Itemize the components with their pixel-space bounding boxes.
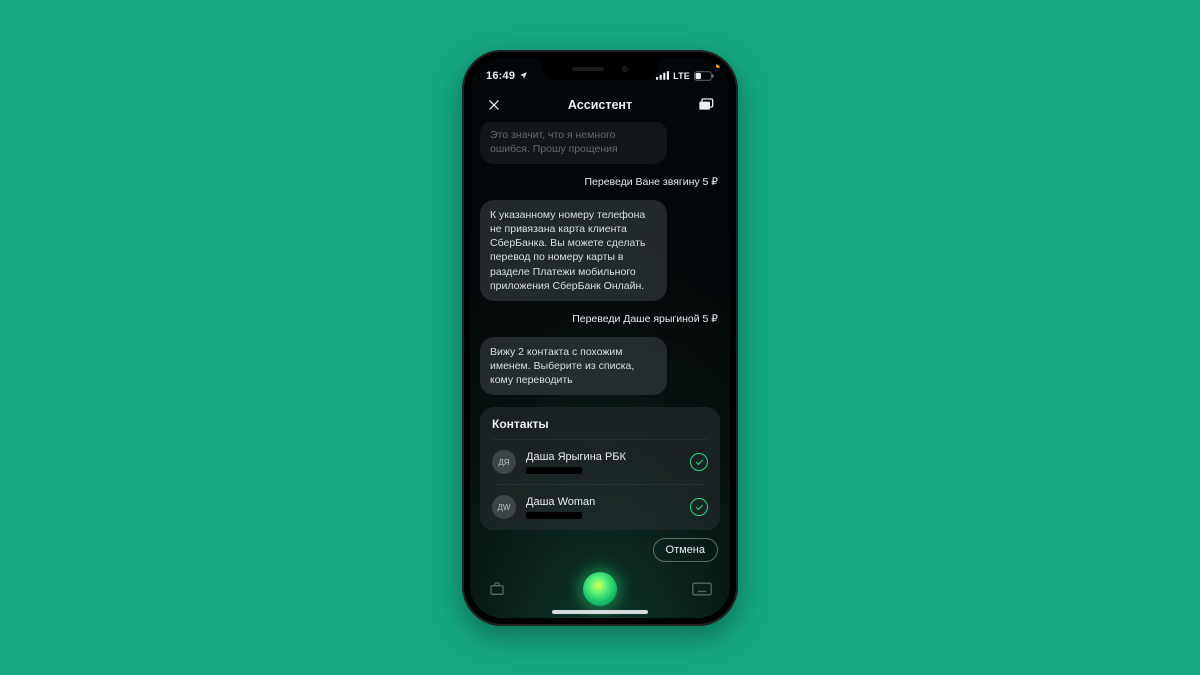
close-icon (487, 98, 501, 112)
avatar: ДЯ (492, 450, 516, 474)
avatar: ДW (492, 495, 516, 519)
notch (541, 58, 659, 80)
assistant-orb-button[interactable] (583, 572, 617, 606)
contact-sub-redacted (526, 467, 582, 474)
cards-button[interactable] (696, 95, 716, 115)
recording-indicator-icon (716, 64, 720, 68)
home-indicator[interactable] (552, 610, 648, 614)
sber-badge-icon (690, 453, 708, 471)
contact-name: Даша Woman (526, 496, 680, 508)
user-message: Переведи Ване звягину 5 ₽ (582, 172, 720, 192)
battery-icon (694, 71, 714, 81)
quick-actions: Отмена (470, 530, 730, 570)
contact-row[interactable]: ДЯ Даша Ярыгина РБК (492, 439, 708, 484)
network-label: LTE (673, 71, 690, 81)
contacts-card: Контакты ДЯ Даша Ярыгина РБК ДW Даша Wom… (480, 407, 720, 529)
contact-sub-redacted (526, 512, 582, 519)
keyboard-icon (692, 582, 712, 596)
briefcase-icon (488, 581, 506, 597)
assistant-message: Вижу 2 контакта с похожим именем. Выбери… (480, 337, 667, 396)
page-title: Ассистент (568, 98, 632, 112)
cellular-icon (656, 71, 669, 80)
contact-row[interactable]: ДW Даша Woman (492, 484, 708, 529)
sber-badge-icon (690, 498, 708, 516)
keyboard-button[interactable] (692, 582, 712, 601)
contacts-card-title: Контакты (492, 417, 708, 431)
nav-bar: Ассистент (470, 88, 730, 122)
cards-icon (698, 98, 714, 112)
chat-scroll[interactable]: Это значит, что я немного ошибся. Прошу … (470, 122, 730, 530)
user-message: Переведи Даше ярыгиной 5 ₽ (570, 309, 720, 329)
contact-name: Даша Ярыгина РБК (526, 451, 680, 463)
assistant-message: Это значит, что я немного ошибся. Прошу … (480, 122, 667, 164)
screen: 16:49 LTE Ассистент Это значит, что я не… (470, 58, 730, 618)
close-button[interactable] (484, 95, 504, 115)
location-icon (519, 71, 528, 80)
assistant-message: К указанному номеру телефона не привязан… (480, 200, 667, 301)
status-time: 16:49 (486, 70, 515, 82)
phone-frame: 16:49 LTE Ассистент Это значит, что я не… (462, 50, 738, 626)
cancel-button[interactable]: Отмена (653, 538, 718, 562)
briefcase-button[interactable] (488, 581, 506, 602)
